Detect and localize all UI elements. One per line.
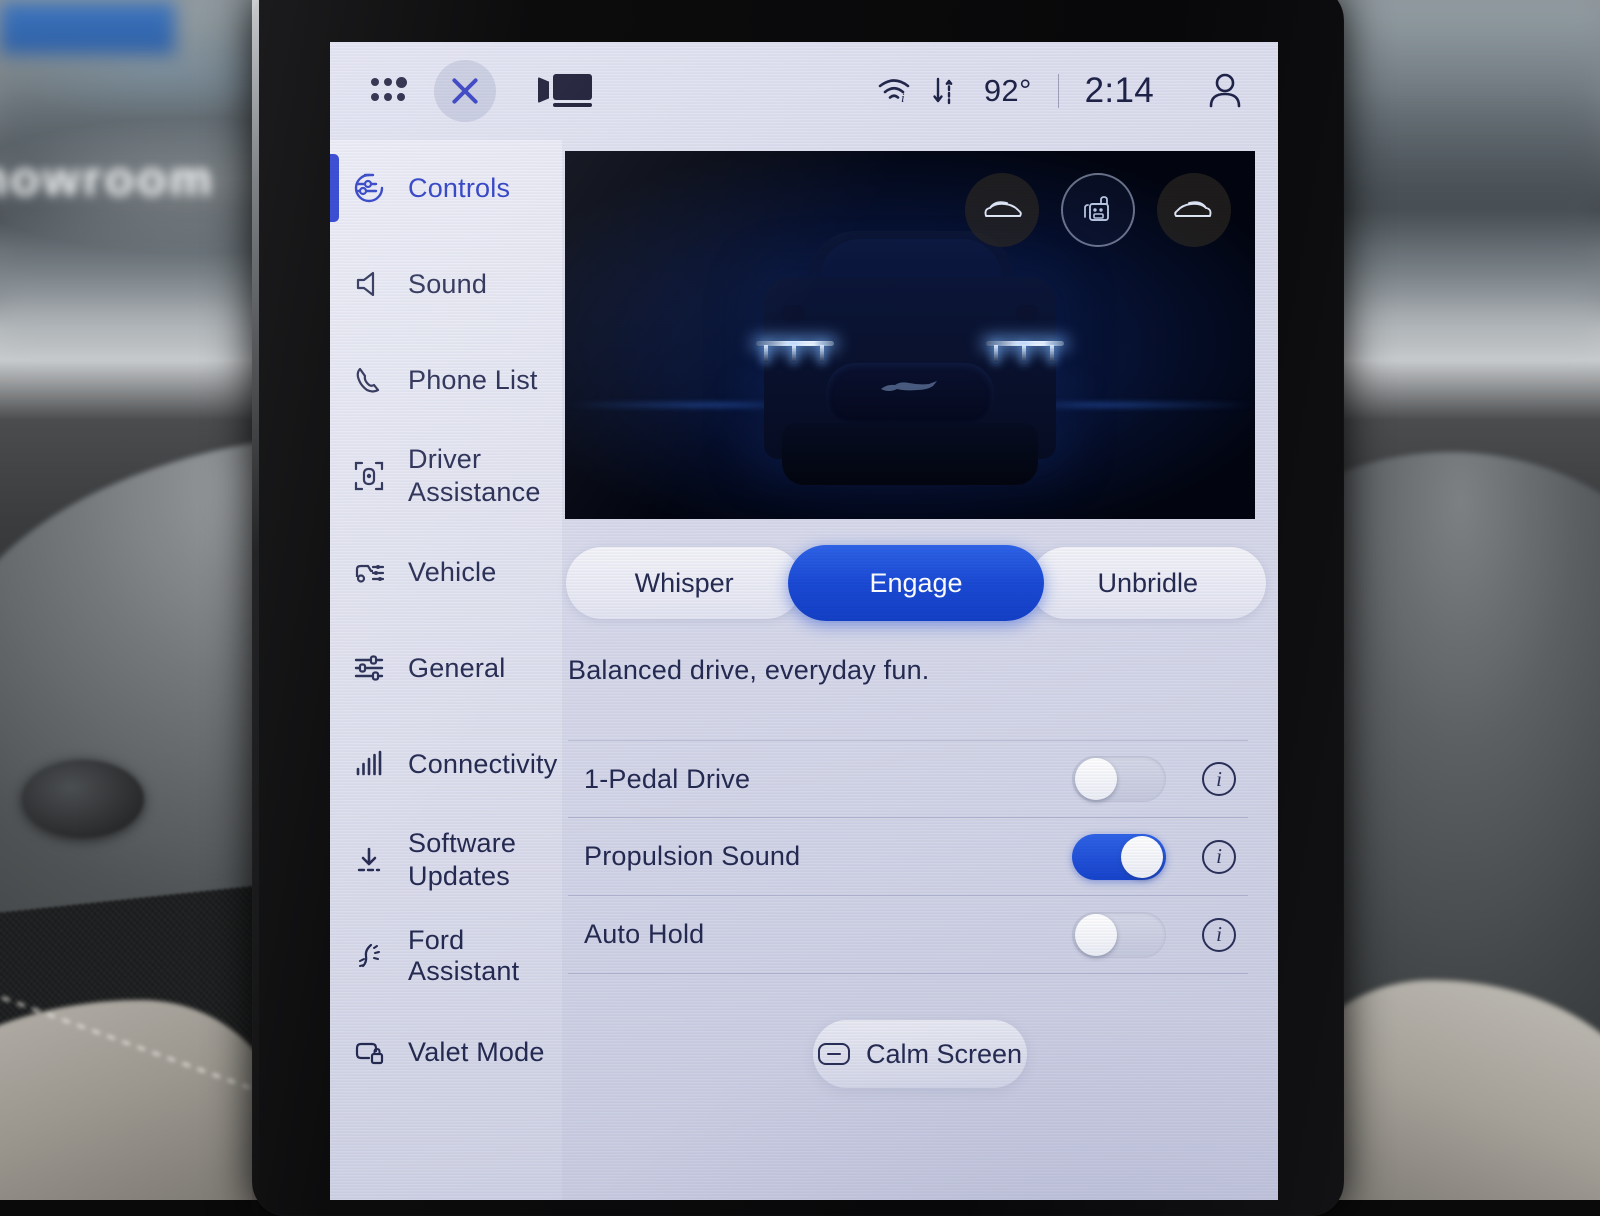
drive-mode-label: Whisper: [635, 568, 734, 599]
vehicle-hero-image[interactable]: [565, 151, 1255, 519]
showroom-sign-text: howroom: [0, 152, 215, 207]
close-button[interactable]: [434, 60, 496, 122]
speaker-icon: [352, 269, 386, 299]
sidebar-item-connectivity[interactable]: Connectivity: [330, 716, 562, 812]
sidebar-item-label: Connectivity: [408, 749, 557, 780]
infotainment-screen: i 92° 2:14: [330, 42, 1278, 1200]
clock-display: 2:14: [1085, 71, 1154, 111]
sidebar-item-vehicle[interactable]: Vehicle: [330, 524, 562, 620]
sidebar-item-label: Controls: [408, 173, 510, 204]
close-x-icon: [448, 74, 482, 108]
frunk-button[interactable]: [965, 173, 1039, 247]
sidebar-item-ford-assistant[interactable]: Ford Assistant: [330, 908, 562, 1004]
drive-mode-label: Engage: [869, 568, 962, 599]
toggle-propulsion-sound[interactable]: [1072, 834, 1166, 880]
download-icon: [352, 845, 386, 875]
sidebar-item-general[interactable]: General: [330, 620, 562, 716]
car-frunk-open-icon: [981, 197, 1023, 223]
sidebar-item-label: Valet Mode: [408, 1037, 545, 1068]
sidebar-item-label: Software Updates: [408, 827, 538, 893]
charge-port-lock-icon: [1079, 193, 1117, 227]
sidebar-nav: Controls Sound Phone List: [330, 140, 562, 1200]
data-up-down-icon[interactable]: [930, 74, 958, 108]
phone-handset-icon: [352, 365, 386, 395]
trunk-button[interactable]: [1157, 173, 1231, 247]
valet-lock-icon: [352, 1037, 386, 1067]
media-card-icon[interactable]: [538, 74, 592, 108]
sidebar-item-valet-mode[interactable]: Valet Mode: [330, 1004, 562, 1100]
controls-content-pane: Whisper Engage Unbridle Balanced drive, …: [562, 140, 1278, 1200]
drive-mode-unbridle[interactable]: Unbridle: [1030, 547, 1266, 619]
driver-assistance-icon: [352, 460, 386, 492]
dashboard-vent: [22, 760, 144, 838]
drive-mode-selector: Whisper Engage Unbridle: [566, 545, 1266, 621]
settings-row-auto-hold: Auto Hold i: [568, 896, 1248, 974]
setting-label: Propulsion Sound: [568, 841, 1072, 872]
vehicle-settings-icon: [352, 557, 386, 587]
sidebar-item-label: Ford Assistant: [408, 925, 562, 987]
status-divider: [1058, 74, 1059, 108]
calm-screen-icon: [818, 1043, 850, 1065]
signal-bars-icon: [352, 750, 386, 778]
info-circle-icon[interactable]: i: [1202, 762, 1236, 796]
vehicle-quick-actions: [965, 173, 1231, 247]
bezel-edge-highlight: [252, 0, 259, 1216]
status-bar: i 92° 2:14: [330, 42, 1278, 140]
settings-row-1-pedal-drive: 1-Pedal Drive i: [568, 740, 1248, 818]
sidebar-item-label: General: [408, 653, 505, 684]
drive-mode-label: Unbridle: [1098, 568, 1199, 599]
info-circle-icon[interactable]: i: [1202, 918, 1236, 952]
sidebar-item-controls[interactable]: Controls: [330, 140, 562, 236]
setting-label: 1-Pedal Drive: [568, 764, 1072, 795]
active-indicator: [330, 154, 339, 222]
temperature-display: 92°: [984, 73, 1032, 109]
settings-list: 1-Pedal Drive i Propulsion Sound i Auto …: [568, 740, 1248, 974]
sidebar-item-software-updates[interactable]: Software Updates: [330, 812, 562, 908]
sidebar-item-label: Vehicle: [408, 557, 496, 588]
toggle-1-pedal-drive[interactable]: [1072, 756, 1166, 802]
calm-screen-button[interactable]: Calm Screen: [813, 1020, 1027, 1088]
headlight-right: [986, 341, 1064, 363]
calm-screen-label: Calm Screen: [866, 1039, 1022, 1070]
sidebar-item-driver-assistance[interactable]: Driver Assistance: [330, 428, 562, 524]
user-profile-icon[interactable]: [1206, 71, 1244, 111]
drive-mode-description: Balanced drive, everyday fun.: [568, 655, 930, 686]
apps-grid-icon[interactable]: [364, 76, 404, 106]
controls-dial-icon: [352, 171, 386, 205]
sidebar-item-sound[interactable]: Sound: [330, 236, 562, 332]
sidebar-item-label: Driver Assistance: [408, 443, 538, 509]
svg-text:i: i: [901, 90, 905, 105]
wifi-icon[interactable]: i: [876, 75, 914, 107]
mustang-mache-render: [730, 225, 1090, 495]
mustang-pony-badge: [879, 377, 941, 396]
sidebar-item-label: Sound: [408, 269, 487, 300]
charge-button[interactable]: [1061, 173, 1135, 247]
headlight-left: [756, 341, 834, 363]
settings-row-propulsion-sound: Propulsion Sound i: [568, 818, 1248, 896]
showroom-blue-sign: [0, 2, 175, 54]
sidebar-item-label: Phone List: [408, 365, 538, 396]
toggle-auto-hold[interactable]: [1072, 912, 1166, 958]
info-circle-icon[interactable]: i: [1202, 840, 1236, 874]
car-trunk-open-icon: [1173, 197, 1215, 223]
setting-label: Auto Hold: [568, 919, 1072, 950]
drive-mode-whisper[interactable]: Whisper: [566, 547, 802, 619]
ford-assistant-icon: [352, 941, 386, 971]
sliders-icon: [352, 654, 386, 682]
drive-mode-engage[interactable]: Engage: [788, 545, 1043, 621]
sidebar-item-phone-list[interactable]: Phone List: [330, 332, 562, 428]
